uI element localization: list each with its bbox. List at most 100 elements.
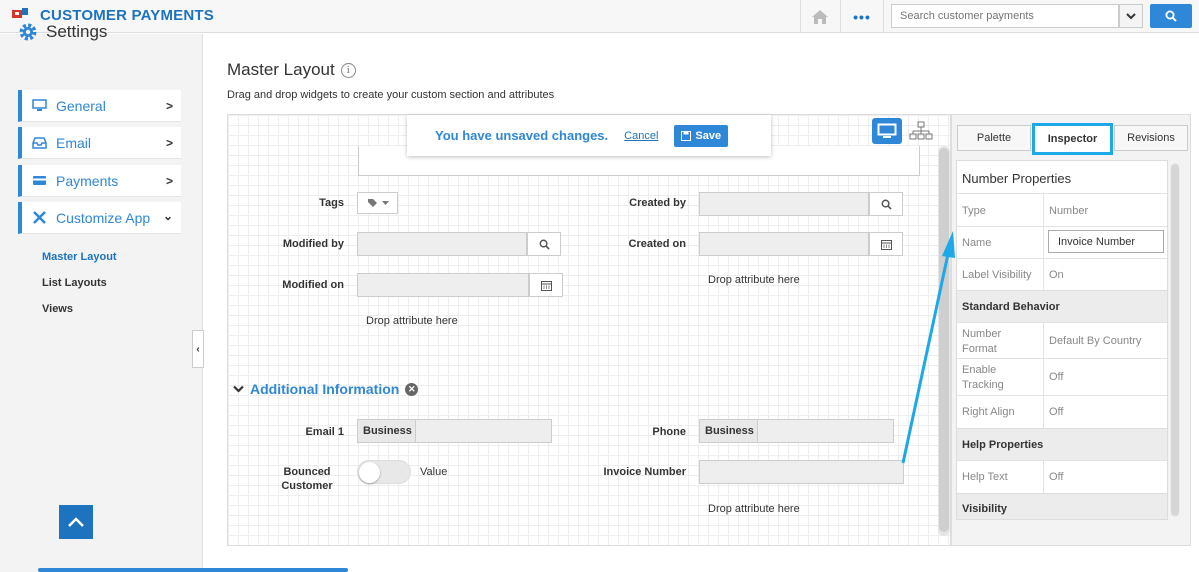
scroll-top-button[interactable] <box>59 505 93 539</box>
prop-label-key: Label Visibility <box>962 269 1032 281</box>
app-logo-icon <box>12 8 28 18</box>
more-button[interactable]: ••• <box>840 0 884 33</box>
modified-by-field[interactable] <box>357 232 527 256</box>
sidebar-item-general[interactable]: General > <box>18 90 181 122</box>
tab-inspector[interactable]: Inspector <box>1032 123 1113 155</box>
created-by-label: Created by <box>629 197 686 209</box>
tab-palette[interactable]: Palette <box>957 125 1031 151</box>
created-by-search-button[interactable] <box>869 192 903 216</box>
home-icon <box>811 9 828 24</box>
sidebar-sub-views[interactable]: Views <box>42 303 73 315</box>
prop-row-help-text: Help Text Off <box>957 460 1167 493</box>
desktop-view-button[interactable] <box>872 118 902 144</box>
sidebar-item-email[interactable]: Email > <box>18 127 181 159</box>
hierarchy-icon <box>909 121 933 140</box>
prop-tracking-value[interactable]: Off <box>1049 371 1063 383</box>
prop-name-input[interactable]: Invoice Number <box>1048 230 1164 253</box>
created-on-calendar-button[interactable] <box>869 232 903 256</box>
sidebar-item-label: Payments <box>56 172 119 189</box>
drop-zone-left-top[interactable]: Drop attribute here <box>366 315 458 327</box>
prop-align-value[interactable]: Off <box>1049 406 1063 418</box>
search-dropdown-button[interactable] <box>1119 4 1143 28</box>
sidebar-sub-master-layout[interactable]: Master Layout <box>42 251 117 263</box>
invoice-number-field[interactable] <box>699 460 904 484</box>
phone-label: Phone <box>652 426 686 438</box>
sidebar-item-label: Customize App <box>56 209 151 226</box>
bounced-label-line2: Customer <box>281 480 333 492</box>
properties-scrollbar[interactable] <box>1170 162 1180 518</box>
bounced-customer-toggle[interactable] <box>357 460 411 484</box>
phone-field[interactable] <box>757 419 894 443</box>
prop-format-key: Number Format <box>962 328 1002 355</box>
sidebar-item-label: Email <box>56 134 92 151</box>
prop-row-right-align: Right Align Off <box>957 395 1167 428</box>
prop-align-key: Right Align <box>962 406 1015 418</box>
sidebar-sub-list-layouts[interactable]: List Layouts <box>42 277 107 289</box>
chevron-right-icon: > <box>165 174 173 188</box>
home-button[interactable] <box>800 0 838 33</box>
sidebar-item-payments[interactable]: Payments > <box>18 165 181 197</box>
save-button-label: Save <box>695 129 722 142</box>
prop-format-value[interactable]: Default By Country <box>1049 335 1141 347</box>
canvas-scroll-thumb[interactable] <box>939 148 949 532</box>
tree-view-button[interactable] <box>906 118 936 144</box>
monitor-icon <box>32 99 48 113</box>
bounced-label-line1: Bounced <box>283 466 331 478</box>
drop-zone-right-bottom[interactable]: Drop attribute here <box>708 503 800 515</box>
unsaved-message: You have unsaved changes. <box>435 128 609 143</box>
properties-scroll-thumb[interactable] <box>1171 164 1179 516</box>
prop-name-key: Name <box>962 237 992 249</box>
sidebar-collapse-handle[interactable]: ‹ <box>192 330 204 368</box>
prop-label-value[interactable]: On <box>1049 269 1064 281</box>
settings-heading: Settings <box>18 22 107 42</box>
prop-row-type: Type Number <box>957 193 1167 226</box>
toggle-knob <box>359 462 380 483</box>
prop-head-visibility: Visibility <box>957 493 1167 519</box>
page-subtitle: Drag and drop widgets to create your cus… <box>227 89 555 101</box>
drop-zone-right-top[interactable]: Drop attribute here <box>708 274 800 286</box>
modified-on-field[interactable] <box>357 273 529 297</box>
chevron-up-icon <box>68 516 84 527</box>
prop-row-tracking: Enable Tracking Off <box>957 358 1167 395</box>
save-button[interactable]: Save <box>674 124 729 147</box>
search-icon <box>539 239 550 250</box>
tag-icon <box>367 199 377 207</box>
sidebar-item-customize-app[interactable]: Customize App ⌄ <box>18 202 181 234</box>
search-input[interactable] <box>891 4 1119 28</box>
created-by-field[interactable] <box>699 192 869 216</box>
number-properties: Number Properties Type Number Name Invoi… <box>956 160 1168 520</box>
calendar-icon <box>880 239 892 250</box>
prop-head-standard: Standard Behavior <box>957 290 1167 322</box>
prop-head-help: Help Properties <box>957 428 1167 460</box>
settings-heading-label: Settings <box>46 22 108 41</box>
email-type-select[interactable]: Business <box>357 419 416 443</box>
tags-dropdown[interactable] <box>357 192 398 214</box>
toggle-value-label: Value <box>420 466 448 478</box>
email-field[interactable] <box>415 419 552 443</box>
canvas-scrollbar[interactable] <box>938 146 950 536</box>
info-icon[interactable]: i <box>340 62 356 78</box>
section-additional-information[interactable]: Additional Information ✕ <box>233 381 419 397</box>
bounced-customer-label: Bounced Customer <box>270 466 344 492</box>
page-title: Master Layout i <box>227 60 356 80</box>
cancel-link[interactable]: Cancel <box>624 130 658 142</box>
modified-by-search-button[interactable] <box>527 232 561 256</box>
phone-type-select[interactable]: Business <box>699 419 758 443</box>
remove-section-icon[interactable]: ✕ <box>405 382 419 396</box>
prop-tracking-key: Enable Tracking <box>962 364 1004 391</box>
caret-down-icon <box>381 201 389 205</box>
tab-revisions[interactable]: Revisions <box>1114 125 1188 151</box>
prop-row-number-format: Number Format Default By Country <box>957 322 1167 358</box>
created-on-label: Created on <box>628 238 686 250</box>
chevron-down-icon: ⌄ <box>162 209 173 223</box>
created-on-field[interactable] <box>699 232 869 256</box>
tags-label: Tags <box>319 197 344 209</box>
search-button[interactable] <box>1150 4 1192 28</box>
prop-help-value[interactable]: Off <box>1049 471 1063 483</box>
modified-on-label: Modified on <box>282 279 344 291</box>
chevron-down-icon <box>1126 12 1136 19</box>
search-icon <box>1165 10 1177 22</box>
section-title: Additional Information <box>250 381 400 397</box>
modified-on-calendar-button[interactable] <box>529 273 563 297</box>
properties-title: Number Properties <box>962 171 1072 186</box>
